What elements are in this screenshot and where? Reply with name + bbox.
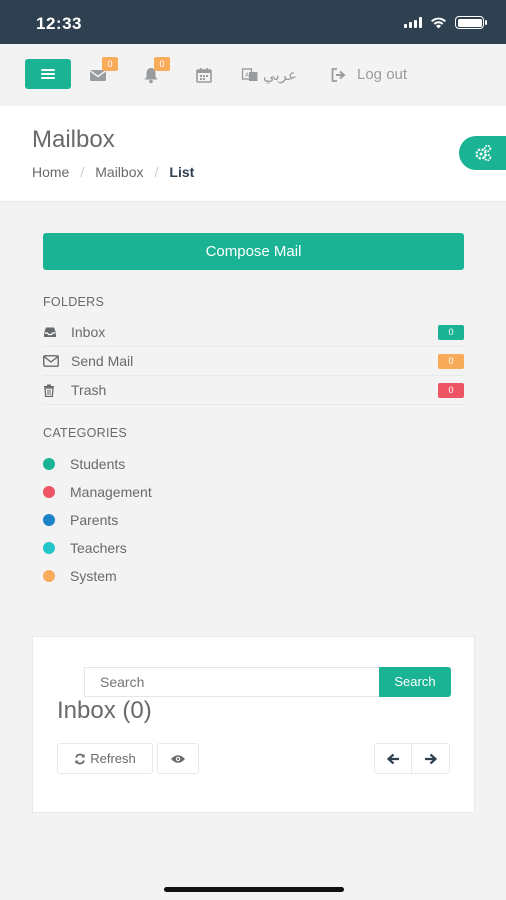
inbox-icon — [44, 327, 56, 337]
menu-toggle-button[interactable] — [25, 59, 71, 89]
page-heading: Mailbox Home / Mailbox / List — [0, 106, 506, 202]
next-page-button[interactable] — [411, 743, 450, 774]
folders-heading: FOLDERS — [43, 295, 105, 309]
arrow-right-icon — [425, 753, 437, 764]
folder-count-badge: 0 — [438, 324, 464, 340]
folder-item-send-mail[interactable]: Send Mail 0 — [43, 347, 464, 376]
logout-link[interactable]: Log out — [357, 66, 407, 83]
category-label: Teachers — [70, 540, 127, 556]
breadcrumb-home[interactable]: Home — [32, 164, 69, 180]
folder-item-inbox[interactable]: Inbox 0 — [43, 318, 464, 347]
breadcrumb: Home / Mailbox / List — [32, 164, 195, 180]
circle-icon — [43, 570, 55, 582]
notification-badge: 0 — [154, 57, 170, 71]
eye-icon — [171, 754, 185, 763]
category-item-teachers[interactable]: Teachers — [43, 540, 127, 556]
category-label: Students — [70, 456, 126, 472]
language-link[interactable]: عربي — [263, 66, 297, 84]
trash-icon — [44, 384, 54, 397]
language-icon[interactable]: A — [241, 66, 259, 84]
circle-icon — [43, 542, 55, 554]
refresh-label: Refresh — [90, 751, 136, 766]
categories-heading: CATEGORIES — [43, 426, 128, 440]
compose-mail-button[interactable]: Compose Mail — [43, 233, 464, 270]
status-time: 12:33 — [36, 14, 82, 33]
folder-item-trash[interactable]: Trash 0 — [43, 376, 464, 405]
calendar-icon[interactable] — [195, 66, 213, 84]
folder-label: Trash — [71, 382, 107, 398]
folder-count-badge: 0 — [438, 382, 464, 398]
top-navbar: 0 0 A عربي Log out — [0, 44, 506, 106]
breadcrumb-mailbox[interactable]: Mailbox — [95, 164, 143, 180]
category-label: Parents — [70, 512, 119, 528]
mailbox-panel: Search Inbox (0) Refresh — [32, 636, 475, 813]
arrow-left-icon — [386, 753, 399, 764]
circle-icon — [43, 514, 55, 526]
page-title: Mailbox — [32, 126, 115, 153]
inbox-title: Inbox (0) — [57, 697, 152, 724]
refresh-button[interactable]: Refresh — [57, 743, 153, 774]
folder-label: Inbox — [71, 324, 106, 340]
cogs-icon — [475, 144, 492, 162]
previous-page-button[interactable] — [374, 743, 412, 774]
breadcrumb-list: List — [169, 164, 195, 180]
envelope-o-icon — [43, 355, 59, 367]
hamburger-icon — [41, 69, 55, 79]
category-label: Management — [70, 484, 152, 500]
refresh-icon — [75, 753, 86, 764]
category-item-students[interactable]: Students — [43, 456, 125, 472]
sign-out-icon[interactable] — [330, 66, 348, 84]
mark-read-button[interactable] — [157, 743, 199, 774]
mail-badge: 0 — [102, 57, 118, 71]
category-item-system[interactable]: System — [43, 568, 117, 584]
home-indicator — [164, 887, 344, 892]
category-item-parents[interactable]: Parents — [43, 512, 118, 528]
status-bar: 12:33 — [0, 0, 506, 44]
category-item-management[interactable]: Management — [43, 484, 152, 500]
signal-icon — [404, 17, 422, 28]
settings-toggle-button[interactable] — [459, 136, 506, 170]
folder-count-badge: 0 — [438, 353, 464, 369]
circle-icon — [43, 486, 55, 498]
mail-search-input[interactable] — [84, 667, 380, 697]
wifi-icon — [431, 17, 446, 28]
battery-icon — [455, 16, 487, 29]
circle-icon — [43, 458, 55, 470]
search-button[interactable]: Search — [379, 667, 451, 697]
category-label: System — [70, 568, 117, 584]
folder-label: Send Mail — [71, 353, 134, 369]
